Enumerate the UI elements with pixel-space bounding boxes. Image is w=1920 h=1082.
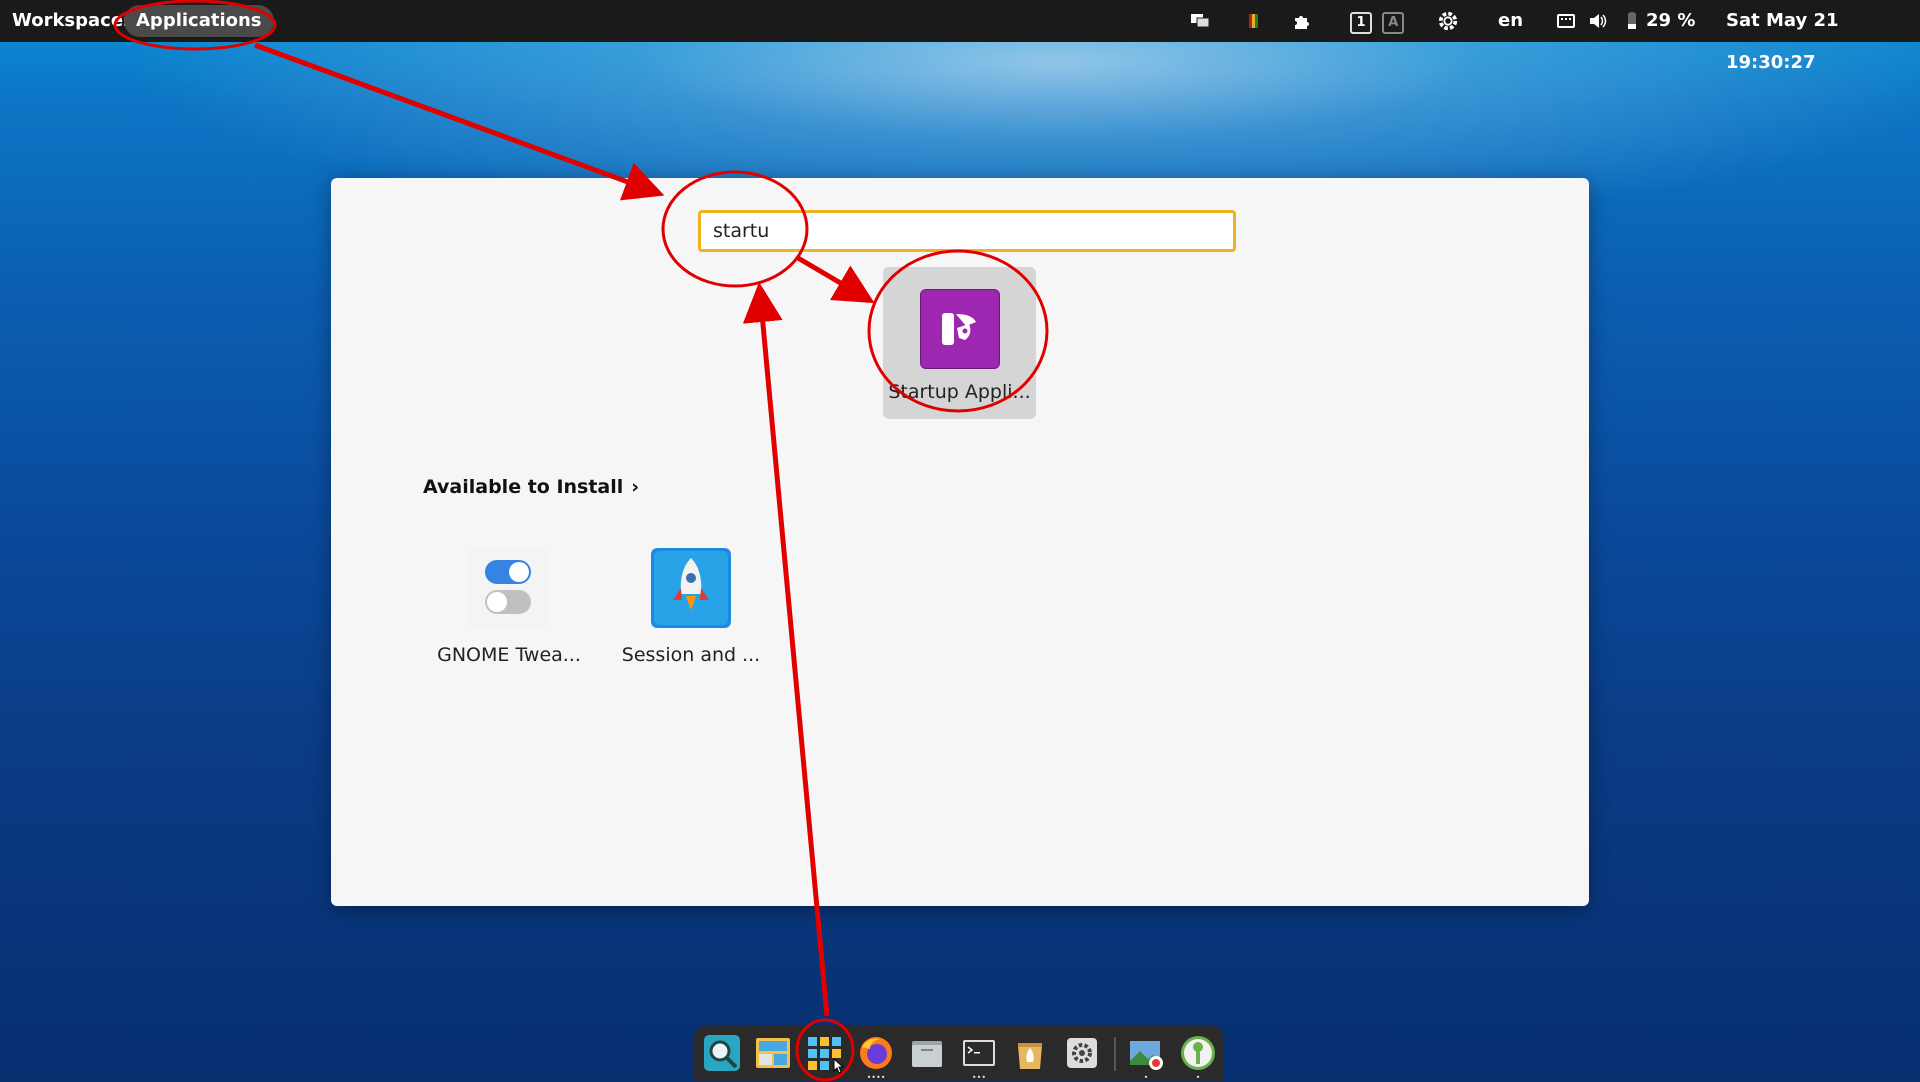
search-input[interactable]	[698, 210, 1236, 252]
running-indicator: •••	[971, 1073, 987, 1082]
available-to-install-heading[interactable]: Available to Install ›	[423, 476, 639, 498]
gnome-tweaks-icon	[469, 548, 549, 628]
terminal-icon	[963, 1040, 995, 1066]
available-heading-text: Available to Install	[423, 476, 624, 498]
workspace-a[interactable]: A	[1382, 12, 1405, 34]
keepassxc-launcher[interactable]: •	[1178, 1033, 1218, 1082]
battery-percent: 29 %	[1646, 10, 1696, 31]
gear-icon[interactable]	[1437, 10, 1459, 32]
dock: •••• ••• • •	[694, 1025, 1224, 1082]
chevron-right-icon: ›	[631, 476, 640, 498]
keyboard-language[interactable]: en	[1498, 0, 1523, 42]
running-indicator: •	[1143, 1073, 1149, 1082]
display-icon[interactable]	[1190, 11, 1210, 31]
dock-separator	[1114, 1037, 1116, 1071]
install-item-gnome-tweaks[interactable]: GNOME Twea...	[434, 548, 584, 688]
top-bar: Workspaces Applications 1 A en 29 % Sat …	[0, 0, 1920, 73]
install-item-session[interactable]: Session and ...	[616, 548, 766, 688]
firefox-launcher[interactable]: ••••	[856, 1033, 896, 1082]
workspace-1[interactable]: 1	[1350, 12, 1372, 34]
workspace-indicator[interactable]: 1 A	[1350, 0, 1405, 42]
volume-icon[interactable]	[1588, 11, 1608, 31]
running-indicator: ••••	[866, 1073, 886, 1082]
keepassxc-icon	[1181, 1036, 1215, 1070]
result-label: Startup Appli...	[888, 381, 1031, 403]
firefox-icon	[860, 1037, 892, 1069]
battery-icon[interactable]	[1622, 11, 1642, 31]
install-label-session: Session and ...	[621, 644, 761, 666]
search-icon[interactable]	[702, 1033, 742, 1073]
keyboard-icon[interactable]	[1556, 11, 1576, 31]
rocket-icon	[651, 548, 731, 628]
annotation-arrow-1	[254, 42, 665, 201]
workspaces-icon[interactable]	[753, 1033, 793, 1073]
search-result-startup-applications[interactable]: Startup Appli...	[883, 267, 1036, 419]
clock[interactable]: Sat May 21 19:30:27	[1726, 0, 1920, 73]
running-indicator: •	[1195, 1073, 1201, 1082]
settings-icon[interactable]	[1062, 1033, 1102, 1073]
image-viewer-icon	[1130, 1041, 1163, 1070]
install-label-gnome-tweaks: GNOME Twea...	[437, 644, 581, 666]
flag-icon[interactable]	[1244, 11, 1264, 31]
startup-applications-icon	[920, 289, 1000, 369]
applications-grid-icon[interactable]	[804, 1033, 844, 1073]
files-icon[interactable]	[907, 1033, 947, 1073]
image-viewer-launcher[interactable]: •	[1126, 1033, 1166, 1082]
applications-button[interactable]: Applications	[124, 5, 274, 37]
launcher-panel: Startup Appli... Available to Install › G…	[331, 178, 1589, 906]
terminal-launcher[interactable]: •••	[959, 1033, 999, 1082]
pop-shop-icon[interactable]	[1010, 1033, 1050, 1073]
extensions-icon[interactable]	[1292, 11, 1312, 31]
